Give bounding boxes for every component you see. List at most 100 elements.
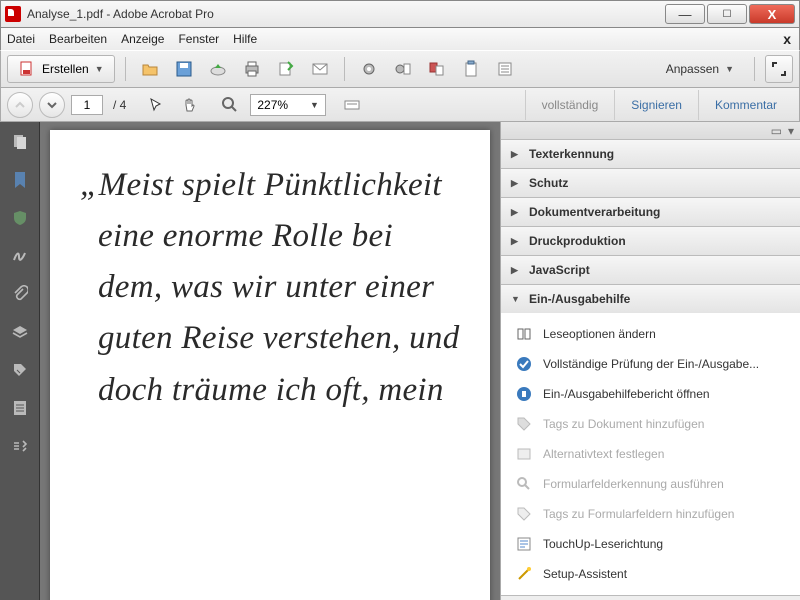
window-minimize-button[interactable]: — xyxy=(665,4,705,24)
document-page: „Meist spielt Pünktlichkeit eine enorme … xyxy=(50,130,490,600)
tool-tags-formularfelder[interactable]: Tags zu Formularfeldern hinzufügen xyxy=(501,499,800,529)
create-button[interactable]: Erstellen ▼ xyxy=(7,55,115,83)
tool-setup-assistent[interactable]: Setup-Assistent xyxy=(501,559,800,589)
section-dokumentverarbeitung[interactable]: ▶Dokumentverarbeitung xyxy=(501,198,800,226)
customize-menu[interactable]: Anpassen ▼ xyxy=(666,62,744,76)
signatures-panel-icon[interactable] xyxy=(10,246,30,266)
section-schutz[interactable]: ▶ Schutz xyxy=(501,169,800,197)
zoom-marquee-button[interactable] xyxy=(216,91,244,119)
tool-label: Alternativtext festlegen xyxy=(543,447,664,461)
section-javascript[interactable]: ▶JavaScript xyxy=(501,256,800,284)
app-icon xyxy=(5,6,21,22)
page-up-button[interactable] xyxy=(7,92,33,118)
dropdown-caret-icon: ▼ xyxy=(725,64,734,74)
keyboard-icon xyxy=(343,96,361,114)
chevron-right-icon: ▶ xyxy=(511,265,521,276)
window-close-button[interactable]: X xyxy=(749,4,795,24)
chevron-right-icon: ▶ xyxy=(511,178,521,189)
form-button[interactable] xyxy=(491,55,519,83)
zoom-level-select[interactable]: 227% ▼ xyxy=(250,94,326,116)
select-tool-button[interactable] xyxy=(142,91,170,119)
magnifier-icon xyxy=(515,475,533,493)
gear1-button[interactable] xyxy=(355,55,383,83)
tags-panel-icon[interactable] xyxy=(10,360,30,380)
tool-vollstaendige-pruefung[interactable]: Vollständige Prüfung der Ein-/Ausgabe... xyxy=(501,349,800,379)
tool-tags-dokument[interactable]: Tags zu Dokument hinzufügen xyxy=(501,409,800,439)
menu-fenster[interactable]: Fenster xyxy=(178,32,219,46)
navigation-rail xyxy=(0,122,40,600)
cloud-upload-icon xyxy=(209,60,227,78)
tools-pane-header: ▭ ▾ xyxy=(501,122,800,140)
menu-hilfe[interactable]: Hilfe xyxy=(233,32,257,46)
menu-anzeige[interactable]: Anzeige xyxy=(121,32,164,46)
cloud-button[interactable] xyxy=(204,55,232,83)
tool-alternativtext[interactable]: Alternativtext festlegen xyxy=(501,439,800,469)
section-body: Leseoptionen ändern Vollständige Prüfung… xyxy=(501,313,800,595)
order-panel-icon[interactable] xyxy=(10,436,30,456)
hand-icon xyxy=(181,96,199,114)
print-button[interactable] xyxy=(238,55,266,83)
menubar-close-icon[interactable]: x xyxy=(783,31,793,47)
mode-signieren[interactable]: Signieren xyxy=(614,90,698,120)
tool-label: Ein-/Ausgabehilfebericht öffnen xyxy=(543,387,710,401)
section-label: Ein-/Ausgabehilfe xyxy=(529,292,630,306)
bookmarks-panel-icon[interactable] xyxy=(10,170,30,190)
combine-icon xyxy=(428,60,446,78)
wand-icon xyxy=(515,565,533,583)
chevron-down-icon: ▼ xyxy=(511,294,521,304)
protect-button[interactable] xyxy=(457,55,485,83)
pages-panel-icon[interactable] xyxy=(10,132,30,152)
document-viewport[interactable]: „Meist spielt Pünktlichkeit eine enorme … xyxy=(40,122,500,600)
shield-panel-icon[interactable] xyxy=(10,208,30,228)
form-icon xyxy=(496,60,514,78)
tool-leseoptionen[interactable]: Leseoptionen ändern xyxy=(501,319,800,349)
layers-panel-icon[interactable] xyxy=(10,322,30,342)
section-label: Dokumentverarbeitung xyxy=(529,205,660,219)
tool-label: Formularfelderkennung ausführen xyxy=(543,477,724,491)
section-druckproduktion[interactable]: ▶ Druckproduktion xyxy=(501,227,800,255)
content-panel-icon[interactable] xyxy=(10,398,30,418)
window-maximize-button[interactable]: ☐ xyxy=(707,4,747,24)
section-label: Schutz xyxy=(529,176,568,190)
expand-icon xyxy=(770,60,788,78)
keyboard-button[interactable] xyxy=(338,91,366,119)
menu-bearbeiten[interactable]: Bearbeiten xyxy=(49,32,107,46)
zoom-value: 227% xyxy=(257,98,288,112)
attachments-panel-icon[interactable] xyxy=(10,284,30,304)
mode-vollstaendig[interactable]: vollständig xyxy=(525,90,615,120)
panel-grip-icon[interactable]: ▭ xyxy=(771,124,782,138)
tool-label: TouchUp-Leserichtung xyxy=(543,537,663,551)
section-label: Druckproduktion xyxy=(529,234,626,248)
tool-touchup-leserichtung[interactable]: TouchUp-Leserichtung xyxy=(501,529,800,559)
gear2-button[interactable] xyxy=(389,55,417,83)
gear-page-icon xyxy=(394,60,412,78)
fullscreen-button[interactable] xyxy=(765,55,793,83)
zoom-icon xyxy=(221,96,239,114)
section-ein-ausgabehilfe[interactable]: ▼ Ein-/Ausgabehilfe xyxy=(501,285,800,313)
open-button[interactable] xyxy=(136,55,164,83)
email-button[interactable] xyxy=(306,55,334,83)
menu-datei[interactable]: Datei xyxy=(7,32,35,46)
dropdown-caret-icon: ▼ xyxy=(95,64,104,74)
gear-icon xyxy=(360,60,378,78)
tag-form-icon xyxy=(515,505,533,523)
tools-pane: ▭ ▾ ▶Texterkennung ▶Schutz ▶Dokumentvera… xyxy=(500,122,800,600)
section-texterkennung[interactable]: ▶Texterkennung xyxy=(501,140,800,168)
tool-label: Leseoptionen ändern xyxy=(543,327,656,341)
tag-icon xyxy=(515,415,533,433)
combine-button[interactable] xyxy=(423,55,451,83)
panel-menu-icon[interactable]: ▾ xyxy=(788,124,794,138)
cursor-icon xyxy=(147,96,165,114)
page-down-button[interactable] xyxy=(39,92,65,118)
printer-icon xyxy=(243,60,261,78)
hand-tool-button[interactable] xyxy=(176,91,204,119)
share-button[interactable] xyxy=(272,55,300,83)
mode-kommentar[interactable]: Kommentar xyxy=(698,90,793,120)
create-pdf-icon xyxy=(18,60,36,78)
tool-formularfelderkennung[interactable]: Formularfelderkennung ausführen xyxy=(501,469,800,499)
page-number-input[interactable] xyxy=(71,95,103,115)
chevron-right-icon: ▶ xyxy=(511,236,521,247)
save-button[interactable] xyxy=(170,55,198,83)
tool-bericht-oeffnen[interactable]: Ein-/Ausgabehilfebericht öffnen xyxy=(501,379,800,409)
check-badge-icon xyxy=(515,355,533,373)
